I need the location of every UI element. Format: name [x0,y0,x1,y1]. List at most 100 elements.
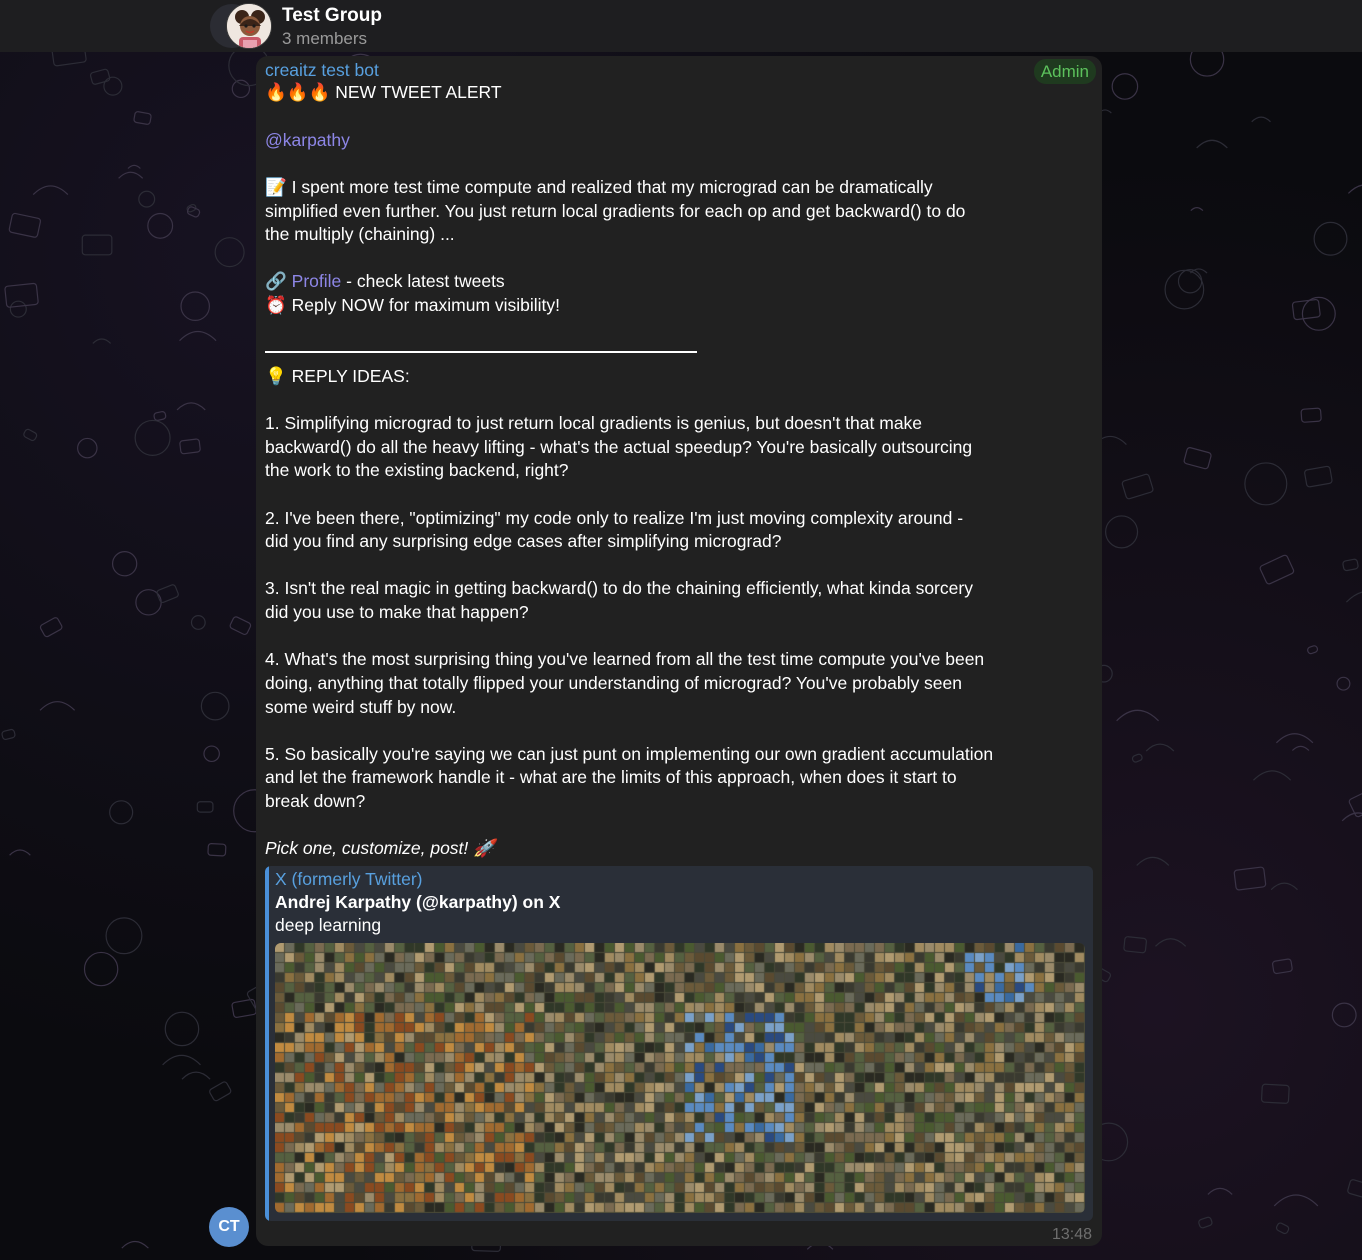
idea-text: Isn't the real magic in getting backward… [284,578,973,598]
image-mosaic [275,943,1085,1213]
doodle-shape [105,917,143,955]
doodle-shape [200,691,230,721]
doodle-shape [1331,1002,1357,1028]
preview-image[interactable] [275,943,1085,1213]
idea-5-line-1: 5. So basically you're saying we can jus… [265,743,993,767]
idea-text: What's the most surprising thing you've … [284,649,985,669]
doodle-shape [118,171,144,179]
doodle-shape [1259,554,1295,585]
doodle-shape [1345,591,1362,603]
doodle-shape [231,998,257,1018]
doodle-shape [1272,958,1293,975]
idea-number: 1. [265,413,280,433]
chat-header[interactable]: Test Group 3 members [0,0,1362,52]
profile-link[interactable]: Profile [292,271,342,291]
sender-name[interactable]: creaitz test bot [265,60,379,81]
memo-icon: 📝 [265,178,287,198]
doodle-shape [1207,1187,1233,1195]
doodle-shape [1136,856,1170,866]
doodle-shape [209,1081,232,1102]
doodle-shape [1190,207,1204,212]
doodle-shape [127,164,141,169]
ideas-title: REPLY IDEAS: [291,366,410,386]
idea-5-line-2: and let the framework handle it - what a… [265,767,957,787]
doodle-shape [9,300,27,318]
doodle-shape [190,615,206,630]
idea-number: 5. [265,744,280,764]
doodle-shape [1116,709,1159,722]
mention-link[interactable]: @karpathy [265,129,350,153]
fire-icon: 🔥🔥🔥 [265,83,331,103]
doodle-shape [1275,733,1314,744]
tweet-line-1: 📝 I spent more test time compute and rea… [265,176,933,201]
doodle-shape [1313,221,1348,256]
doodle-shape [1244,462,1288,506]
doodle-shape [9,849,31,856]
doodle-shape [1260,1083,1290,1104]
idea-1-line-3: the work to the existing backend, right? [265,460,569,480]
doodle-shape [109,800,134,825]
profile-line: 🔗 Profile - check latest tweets [265,270,505,295]
doodle-shape [181,1071,211,1080]
reply-now-line: ⏰ Reply NOW for maximum visibility! [265,294,560,319]
preview-title: Andrej Karpathy (@karpathy) on X [275,892,561,912]
idea-number: 2. [265,508,280,528]
doodle-shape [1307,645,1319,655]
alarm-clock-icon: ⏰ [265,296,287,316]
doodle-shape [103,76,123,96]
link-preview[interactable]: X (formerly Twitter) Andrej Karpathy (@k… [265,866,1093,1221]
ideas-title-line: 💡 REPLY IDEAS: [265,365,410,390]
doodle-shape [1,728,16,741]
doodle-shape [1131,753,1143,763]
idea-3-line-2: did you use to make that happen? [265,602,529,622]
tweet-line-3: the multiply (chaining) ... [265,224,455,244]
doodle-shape [164,1011,200,1047]
message-bubble[interactable]: creaitz test bot Admin 🔥🔥🔥 NEW TWEET ALE… [256,56,1102,1246]
doodle-shape [196,801,214,813]
group-avatar[interactable] [226,3,272,49]
closing-text: Pick one, customize, post! [265,838,469,858]
closing-line: Pick one, customize, post! 🚀 [265,837,495,862]
profile-text: - check latest tweets [341,271,505,291]
sender-avatar[interactable]: CT [209,1207,249,1247]
preview-site-name[interactable]: X (formerly Twitter) [275,869,422,890]
doodle-shape [134,419,171,456]
doodle-shape [1111,73,1139,100]
doodle-shape [77,437,98,459]
idea-2-line-2: did you find any surprising edge cases a… [265,531,782,551]
idea-text: Simplifying micrograd to just return loc… [284,413,923,433]
doodle-shape [1300,407,1322,423]
idea-5-line-3: break down? [265,791,366,811]
doodle-shape [39,617,63,638]
doodle-shape [1196,139,1228,149]
link-icon: 🔗 [265,272,287,292]
doodle-shape [4,282,39,308]
doodle-shape [92,338,112,344]
divider [265,351,697,353]
doodle-shape [176,402,206,411]
doodle-shape [133,111,152,125]
tweet-line-2: simplified even further. You just return… [265,201,966,221]
doodle-shape [207,843,227,857]
doodle-shape [1291,745,1310,751]
doodle-shape [8,212,42,238]
idea-text: I've been there, "optimizing" my code on… [284,508,964,528]
chat-title: Test Group [282,5,382,26]
doodle-shape [1270,882,1298,891]
message-time: 13:48 [1051,1226,1092,1243]
rocket-icon: 🚀 [473,839,495,859]
doodle-shape [83,951,119,987]
doodle-shape [1304,465,1333,488]
preview-description: deep learning [275,915,382,935]
doodle-shape [180,291,210,321]
alert-line: 🔥🔥🔥 NEW TWEET ALERT [265,81,502,106]
doodle-shape [39,701,76,711]
preview-accent-bar [265,866,269,1221]
doodle-shape [203,745,220,763]
lightbulb-icon: 💡 [265,367,287,387]
doodle-shape [1121,473,1154,500]
doodle-shape [214,237,245,268]
doodle-shape [153,411,167,421]
idea-3-line-1: 3. Isn't the real magic in getting backw… [265,577,973,601]
idea-number: 4. [265,649,280,669]
